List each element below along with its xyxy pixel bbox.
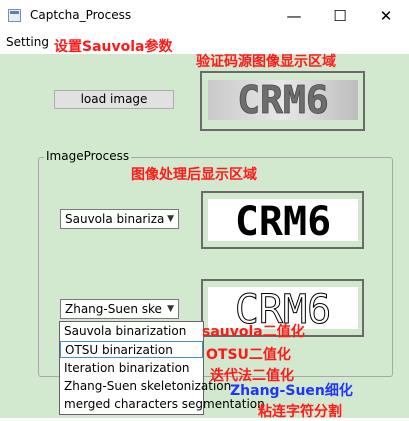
dropdown-item-zhang-suen[interactable]: Zhang-Suen skeletonization: [60, 378, 231, 395]
imageprocess-group-title: ImageProcess: [44, 149, 132, 163]
title-bar[interactable]: Captcha_Process — ☐ ✕: [0, 0, 409, 32]
menu-setting[interactable]: Setting: [6, 35, 49, 49]
annotation-zhang-suen-thin: Zhang-Suen细化: [230, 383, 353, 399]
source-captcha-text: CRM6: [237, 80, 329, 120]
dropdown-item-segmentation[interactable]: merged characters segmentation: [60, 396, 265, 413]
annotation-source-area: 验证码源图像显示区域: [196, 54, 336, 70]
source-captcha-image: CRM6: [208, 80, 358, 120]
close-button[interactable]: ✕: [363, 0, 409, 32]
chevron-down-icon: ▼: [167, 304, 174, 314]
method-select-2[interactable]: Zhang-Suen ske ▼: [60, 299, 179, 319]
minimize-button[interactable]: —: [271, 0, 317, 32]
method-select-1[interactable]: Sauvola binariza ▼: [60, 209, 179, 229]
annotation-split-chars: 粘连字符分割: [258, 404, 342, 420]
app-window-icon: [8, 9, 21, 22]
dropdown-item-otsu[interactable]: OTSU binarization: [60, 341, 203, 358]
binary-captcha-text: CRM6: [235, 199, 331, 241]
load-image-button[interactable]: load image: [54, 90, 174, 109]
window-title: Captcha_Process: [30, 8, 132, 22]
annotation-processed-area: 图像处理后显示区域: [131, 167, 257, 183]
source-image-frame: CRM6: [200, 71, 365, 131]
dropdown-item-sauvola[interactable]: Sauvola binarization: [60, 323, 203, 340]
chevron-down-icon: ▼: [167, 214, 174, 224]
binary-result-frame: CRM6: [201, 191, 364, 249]
method-dropdown-list: Sauvola binarization OTSU binarization I…: [59, 321, 265, 415]
binary-captcha-image: CRM6: [208, 199, 358, 241]
annotation-sauvola-params: 设置Sauvola参数: [54, 39, 173, 55]
dropdown-item-iteration[interactable]: Iteration binarization: [60, 360, 203, 377]
method-select-2-value: Zhang-Suen ske: [65, 302, 162, 316]
maximize-button[interactable]: ☐: [317, 0, 363, 32]
annotation-sauvola-binarize: sauvola二值化: [202, 324, 305, 340]
method-select-1-value: Sauvola binariza: [65, 212, 165, 226]
annotation-otsu-binarize: OTSU二值化: [206, 347, 291, 363]
